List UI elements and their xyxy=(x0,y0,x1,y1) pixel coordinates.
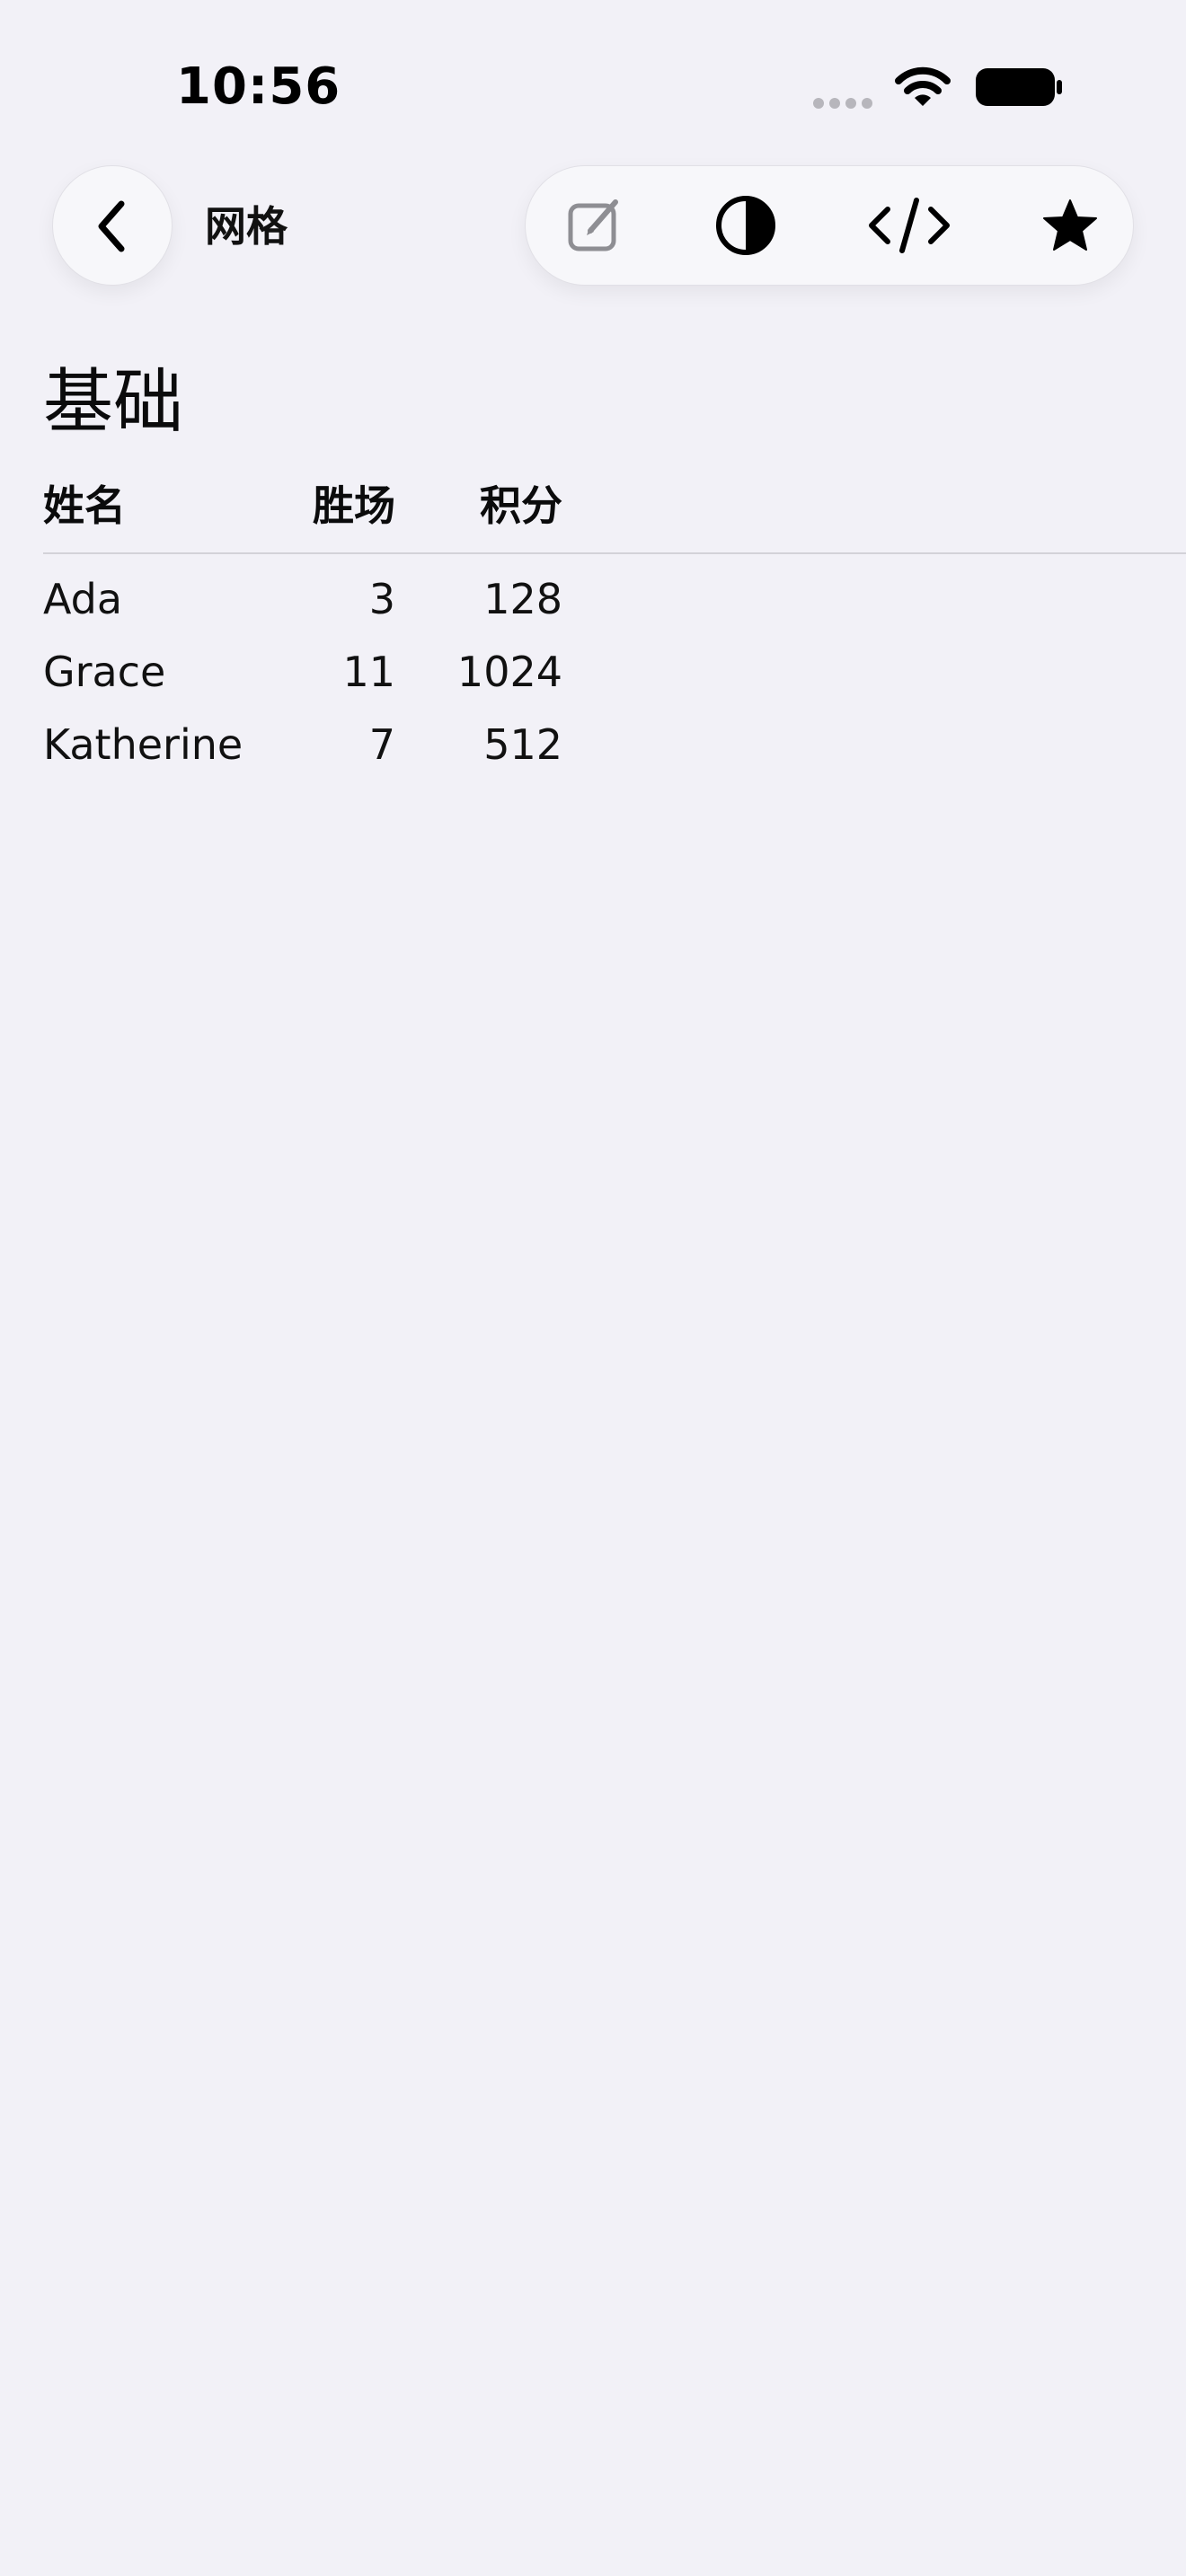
table-row: Grace 11 1024 xyxy=(0,644,1186,717)
cell-points: 512 xyxy=(483,720,562,769)
cell-points: 1024 xyxy=(456,648,562,696)
battery-icon xyxy=(974,66,1064,108)
back-button[interactable] xyxy=(52,165,173,286)
contrast-icon xyxy=(716,196,775,255)
cellular-signal-icon xyxy=(812,96,875,109)
cell-name: Grace xyxy=(43,648,166,696)
header-wins: 胜场 xyxy=(313,481,395,530)
code-button[interactable] xyxy=(855,166,963,285)
cell-points: 128 xyxy=(483,575,562,623)
code-icon xyxy=(869,198,950,253)
grid-header: 姓名 胜场 积分 xyxy=(0,476,1186,554)
cell-name: Katherine xyxy=(43,720,243,769)
cell-wins: 11 xyxy=(342,648,395,696)
status-time: 10:56 xyxy=(176,57,341,116)
header-name: 姓名 xyxy=(43,481,126,530)
cell-wins: 3 xyxy=(368,575,395,623)
wifi-icon xyxy=(891,65,954,111)
edit-button[interactable] xyxy=(542,166,650,285)
cell-name: Ada xyxy=(43,575,123,623)
star-icon xyxy=(1043,199,1097,251)
header-points: 积分 xyxy=(480,481,562,530)
grid-body: Ada 3 128 Grace 11 1024 Katherine 7 512 xyxy=(0,553,1186,790)
favorite-button[interactable] xyxy=(1016,166,1124,285)
table-row: Katherine 7 512 xyxy=(0,717,1186,790)
screen: 10:56 网格 基础 姓名 胜场 积分 Ada 3 128 Grace 11 … xyxy=(0,0,1186,2576)
section-title: 基础 xyxy=(43,362,184,443)
cell-wins: 7 xyxy=(368,720,395,769)
toolbar xyxy=(525,165,1134,286)
grid-table: 姓名 胜场 积分 Ada 3 128 Grace 11 1024 Katheri… xyxy=(0,476,1186,790)
edit-icon xyxy=(568,199,618,251)
table-row: Ada 3 128 xyxy=(0,571,1186,644)
appearance-button[interactable] xyxy=(692,166,800,285)
nav-title: 网格 xyxy=(205,202,288,251)
chevron-left-icon xyxy=(98,200,125,252)
